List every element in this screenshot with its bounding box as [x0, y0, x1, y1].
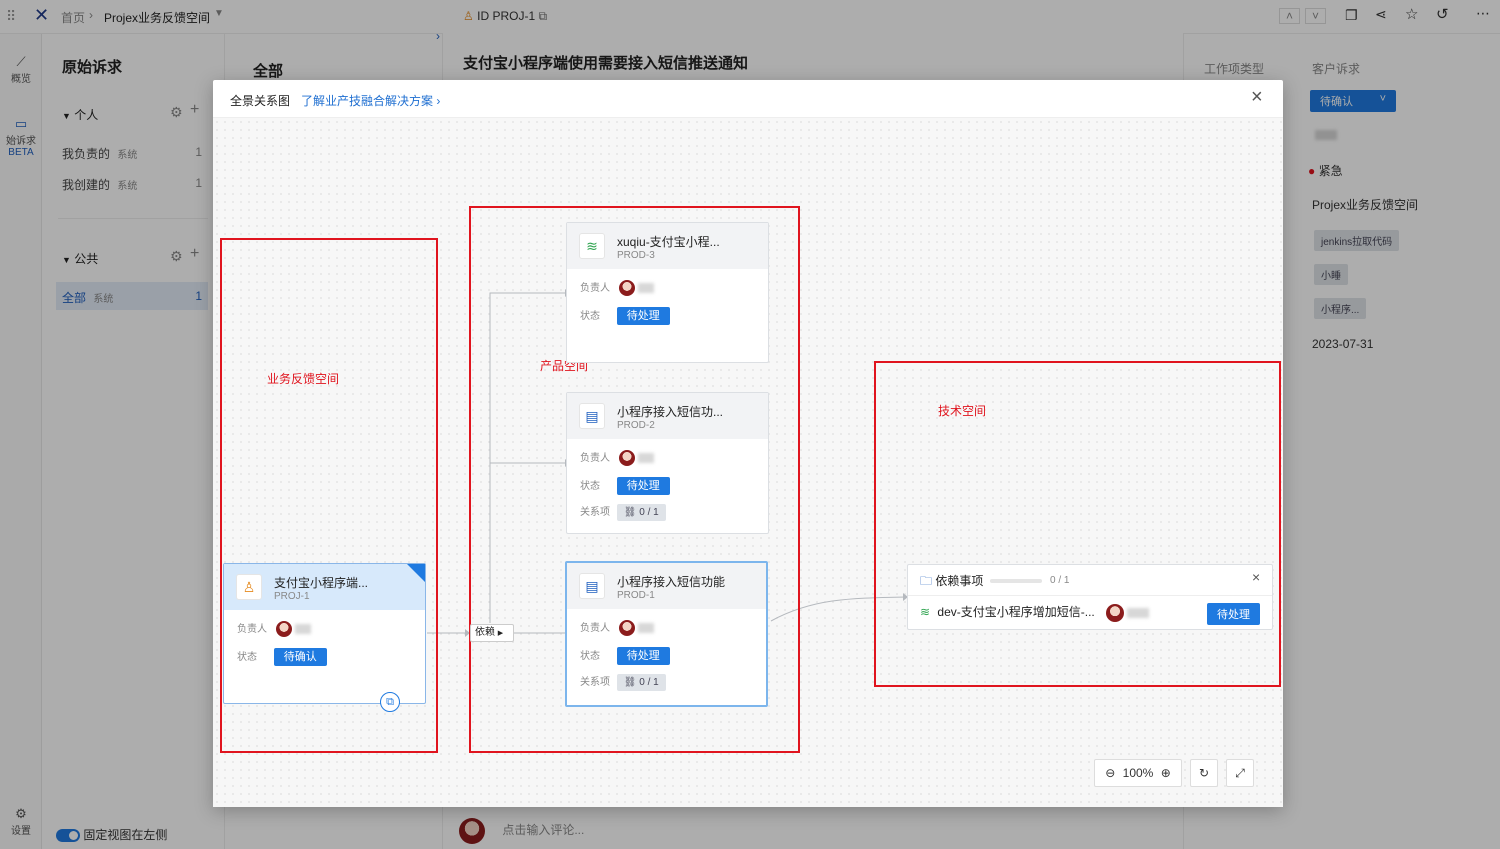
dependency-item[interactable]: ≋ dev-支付宝小程序增加短信-... 待处理 [920, 603, 1260, 625]
refresh-icon: ↻ [1198, 766, 1210, 780]
zone-tech-label: 技术空间 [938, 404, 987, 418]
zoom-out-icon[interactable]: ⊖ [1105, 766, 1115, 780]
avatar [1106, 603, 1125, 622]
dialog-title: 全景关系图 [230, 94, 291, 108]
status-badge[interactable]: 待处理 [616, 647, 670, 665]
link-icon: ⛓ [623, 507, 637, 518]
work-item-card[interactable]: ▤ 小程序接入短信功能 PROD-1 负责人 状态 待处理 关系项 ⛓ 0 / … [565, 561, 768, 707]
zone-tech [874, 361, 1281, 687]
card-header: ♙ 支付宝小程序端... PROJ-1 [224, 564, 425, 610]
status-row: 状态 待处理 [580, 476, 670, 496]
relation-row: 关系项 ⛓ 0 / 1 [580, 503, 666, 523]
card-id: PROD-3 [617, 250, 655, 261]
zoom-in-icon[interactable]: ⊕ [1161, 766, 1171, 780]
layers-icon: ≋ [920, 605, 931, 619]
work-item-card[interactable]: ♙ 支付宝小程序端... PROJ-1 负责人 状态 待确认 ⧉ [223, 563, 426, 712]
relation-badge[interactable]: ⛓ 0 / 1 [616, 674, 666, 691]
solution-link[interactable]: 了解业产技融合解决方案 › [301, 92, 440, 109]
card-title: 小程序接入短信功... [617, 405, 724, 419]
layers-icon: ≋ [579, 233, 605, 259]
person-icon: ♙ [236, 574, 262, 600]
card-id: PROD-2 [617, 420, 655, 431]
dependency-count: 0 / 1 [1050, 575, 1070, 586]
folder-icon: 🗀 [920, 574, 933, 588]
card-title: 小程序接入短信功能 [617, 575, 726, 589]
status-row: 状态 待处理 [580, 306, 670, 326]
card-title: 支付宝小程序端... [274, 576, 369, 590]
relation-badge[interactable]: ⛓ 0 / 1 [616, 504, 666, 521]
card-id: PROJ-1 [274, 591, 310, 602]
status-badge[interactable]: 待处理 [616, 307, 670, 325]
card-title: xuqiu-支付宝小程... [617, 235, 720, 249]
dependency-divider [908, 595, 1272, 596]
relation-row: 关系项 ⛓ 0 / 1 [580, 673, 666, 693]
card-header: ▤ 小程序接入短信功... PROD-2 [567, 393, 768, 439]
avatar [618, 620, 635, 637]
status-row: 状态 待处理 [580, 646, 670, 666]
owner-row: 负责人 [580, 449, 654, 469]
graph-canvas[interactable]: 业务反馈空间 产品空间 技术空间 ≋ xuqiu-支付宝小程... PROD-3… [213, 118, 1283, 807]
corner-check-icon [407, 564, 425, 582]
link-icon: ⛓ [623, 677, 637, 688]
card-header: ▤ 小程序接入短信功能 PROD-1 [567, 563, 766, 609]
owner-row: 负责人 [580, 279, 654, 299]
zoom-control: ⊖ 100% ⊕ [1094, 759, 1182, 787]
status-badge[interactable]: 待处理 [1207, 603, 1260, 625]
zone-business-label: 业务反馈空间 [267, 372, 340, 386]
avatar [275, 621, 292, 638]
status-badge[interactable]: 待确认 [273, 648, 327, 666]
owner-row: 负责人 [580, 619, 654, 639]
dialog-header: 全景关系图 了解业产技融合解决方案 › × [213, 80, 1283, 118]
close-icon[interactable]: × [1252, 569, 1260, 585]
fullscreen-icon: ⤢ [1235, 766, 1245, 780]
work-item-card[interactable]: ▤ 小程序接入短信功... PROD-2 负责人 状态 待处理 关系项 ⛓ 0 … [566, 392, 769, 534]
card-header: ≋ xuqiu-支付宝小程... PROD-3 [567, 223, 768, 269]
status-badge[interactable]: 待处理 [616, 477, 670, 495]
close-icon[interactable]: × [1251, 86, 1263, 109]
expand-node-icon[interactable]: ⧉ [380, 692, 400, 712]
caret-right-icon: ▶ [497, 630, 504, 637]
fullscreen-button[interactable]: ⤢ [1226, 759, 1254, 787]
relation-graph-dialog: 全景关系图 了解业产技融合解决方案 › × 业务反馈空间 产品空间 技术空间 ≋… [213, 80, 1283, 807]
owner-row: 负责人 [237, 620, 311, 640]
avatar [618, 280, 635, 297]
work-item-card[interactable]: ≋ xuqiu-支付宝小程... PROD-3 负责人 状态 待处理 [566, 222, 769, 363]
reset-button[interactable]: ↻ [1190, 759, 1218, 787]
avatar [618, 450, 635, 467]
dependency-progress [990, 579, 1042, 583]
edge-label[interactable]: 依赖 ▶ [470, 624, 514, 642]
dependency-header: 🗀 依赖事项 [920, 574, 984, 588]
document-icon: ▤ [579, 403, 605, 429]
dependency-panel: 🗀 依赖事项 0 / 1 × ≋ dev-支付宝小程序增加短信-... 待处理 [907, 564, 1273, 630]
document-icon: ▤ [579, 573, 605, 599]
card-id: PROD-1 [617, 590, 655, 601]
status-row: 状态 待确认 [237, 647, 327, 667]
